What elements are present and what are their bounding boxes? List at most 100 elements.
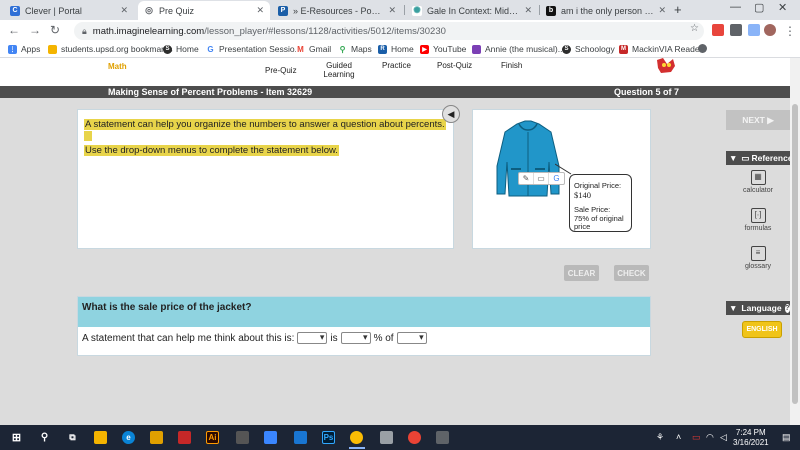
glossary-button[interactable]: ≡ glossary xyxy=(726,246,790,270)
bookmark-youtube[interactable]: ▶ YouTube xyxy=(420,44,466,54)
statement-is: is xyxy=(330,332,338,344)
google-lens-icon[interactable]: G xyxy=(549,173,564,184)
store-icon[interactable] xyxy=(150,431,163,444)
chrome-icon[interactable] xyxy=(350,431,363,444)
maps-icon: ⚲ xyxy=(338,44,347,54)
mascot-icon xyxy=(657,58,675,73)
camera-icon[interactable] xyxy=(436,431,449,444)
chrome-icon[interactable] xyxy=(408,431,421,444)
tab-brainly[interactable]: b am i the only person that give ✕ xyxy=(540,1,672,20)
close-icon[interactable]: ✕ xyxy=(120,5,128,16)
bookmark-mackinvia[interactable]: M MackinVIA Reader xyxy=(619,44,702,54)
bookmark-label: YouTube xyxy=(433,44,467,54)
dropdown-1[interactable] xyxy=(297,332,328,344)
gmail-icon: M xyxy=(296,44,305,54)
bookmark-home-renaissance[interactable]: R Home xyxy=(378,44,414,54)
people-icon[interactable]: ⚘ xyxy=(656,432,664,443)
system-clock[interactable]: 7:24 PM 3/16/2021 xyxy=(733,428,769,448)
tab-power-library[interactable]: P » E-Resources - Power Library ✕ xyxy=(272,1,402,20)
bookmark-label: Presentation Sessio... xyxy=(219,44,302,54)
bookmark-students[interactable]: students.upsd.org bookmarks xyxy=(48,44,173,54)
bookmark-schoology[interactable]: S Schoology xyxy=(562,44,615,54)
tab-gale[interactable]: ✺ Gale In Context: Middle School ✕ xyxy=(406,1,538,20)
english-button[interactable]: ENGLISH xyxy=(742,321,782,338)
statement-line: A statement that can help me think about… xyxy=(82,332,430,344)
reference-header[interactable]: ▼ ▭ Reference xyxy=(726,151,793,165)
battery-icon[interactable]: ▭ xyxy=(692,432,701,443)
bookmark-purple-icon xyxy=(472,44,481,54)
app-icon[interactable] xyxy=(236,431,249,444)
app-icon[interactable] xyxy=(380,431,393,444)
chevron-up-icon[interactable]: ˄ xyxy=(676,432,681,442)
clear-button[interactable]: CLEAR xyxy=(564,265,599,281)
edge-icon[interactable]: e xyxy=(122,431,135,444)
page-scrollbar[interactable] xyxy=(790,58,800,425)
close-icon[interactable]: ✕ xyxy=(256,5,264,16)
next-button[interactable]: NEXT ▶ xyxy=(726,110,790,130)
bookmark-label: Schoology xyxy=(575,44,615,54)
forward-arrow-icon[interactable]: → xyxy=(29,23,41,37)
step-guided-learning[interactable]: Guided Learning xyxy=(323,61,355,79)
volume-icon[interactable]: ◁ xyxy=(720,432,727,443)
file-explorer-icon[interactable] xyxy=(94,431,107,444)
windows-start-icon[interactable]: ⊞ xyxy=(10,431,23,444)
comment-icon[interactable]: ▭ xyxy=(534,173,549,184)
bookmark-gmail[interactable]: M Gmail xyxy=(296,44,331,54)
kebab-menu-icon[interactable]: ⋮ xyxy=(784,24,796,38)
chevron-down-icon: ▼ xyxy=(729,153,738,163)
illustrator-icon[interactable]: Ai xyxy=(206,431,219,444)
language-header[interactable]: ▼ Language ? xyxy=(726,301,790,315)
back-arrow-icon[interactable]: ← xyxy=(8,23,20,37)
reload-icon[interactable]: ↻ xyxy=(50,23,60,37)
star-icon[interactable]: ☆ xyxy=(690,23,702,35)
wifi-icon[interactable]: ◠ xyxy=(706,432,714,443)
bookmark-maps[interactable]: ⚲ Maps xyxy=(338,44,372,54)
statement-prefix: A statement that can help me think about… xyxy=(82,332,295,344)
bookmark-label: Home xyxy=(391,44,414,54)
calculator-button[interactable]: ▦ calculator xyxy=(726,170,790,194)
close-icon[interactable]: ✕ xyxy=(388,5,396,16)
extension-icon[interactable] xyxy=(712,24,724,36)
bookmark-home-schoology[interactable]: S Home xyxy=(163,44,199,54)
notification-icon[interactable]: ▤ xyxy=(782,432,791,443)
app-icon[interactable] xyxy=(264,431,277,444)
bookmark-extra[interactable] xyxy=(698,44,711,53)
bookmark-apps[interactable]: ⋮ Apps xyxy=(8,44,40,54)
avatar[interactable] xyxy=(764,24,776,36)
step-finish[interactable]: Finish xyxy=(501,61,522,70)
clock-date: 3/16/2021 xyxy=(733,438,769,447)
search-icon[interactable]: ⚲ xyxy=(38,431,51,444)
new-tab-button[interactable]: + xyxy=(674,2,682,17)
bookmark-presentation[interactable]: G Presentation Sessio... xyxy=(206,44,302,54)
close-icon[interactable]: ✕ xyxy=(524,5,532,16)
tab-title: Gale In Context: Middle School xyxy=(427,5,521,16)
speaker-icon[interactable]: ◀︎ xyxy=(442,105,460,123)
app-icon[interactable] xyxy=(294,431,307,444)
app-icon[interactable] xyxy=(178,431,191,444)
extension-icon[interactable] xyxy=(730,24,742,36)
task-view-icon[interactable]: ⧉ xyxy=(66,431,79,444)
close-icon[interactable]: ✕ xyxy=(658,5,666,16)
tab-pre-quiz[interactable]: ◎ Pre Quiz ✕ xyxy=(138,1,270,20)
dropdown-2[interactable] xyxy=(340,332,371,344)
clever-icon: C xyxy=(10,5,20,16)
maximize-icon[interactable]: ▢ xyxy=(754,1,764,14)
close-window-icon[interactable]: ✕ xyxy=(778,1,787,14)
dropdown-3[interactable] xyxy=(396,332,427,344)
bookmark-label: Apps xyxy=(21,44,41,54)
bookmark-annie[interactable]: Annie (the musical)... xyxy=(472,44,565,54)
puzzle-icon[interactable] xyxy=(748,24,760,36)
pencil-icon[interactable]: ✎ xyxy=(519,173,534,184)
scrollbar-thumb[interactable] xyxy=(792,104,798,404)
minimize-icon[interactable]: — xyxy=(730,1,741,13)
url-bar[interactable]: 🔒︎ math.imaginelearning.com/lesson_playe… xyxy=(74,22,704,40)
photoshop-icon[interactable]: Ps xyxy=(322,431,335,444)
annotation-toolbar: ✎ ▭ G xyxy=(518,172,565,185)
step-pre-quiz[interactable]: Pre-Quiz xyxy=(265,66,297,75)
step-practice[interactable]: Practice xyxy=(382,61,411,70)
tab-clever[interactable]: C Clever | Portal ✕ xyxy=(4,1,134,20)
check-button[interactable]: CHECK xyxy=(614,265,649,281)
bookmark-label: students.upsd.org bookmarks xyxy=(61,44,173,54)
formulas-button[interactable]: [∙] formulas xyxy=(726,208,790,232)
step-post-quiz[interactable]: Post-Quiz xyxy=(437,61,472,70)
